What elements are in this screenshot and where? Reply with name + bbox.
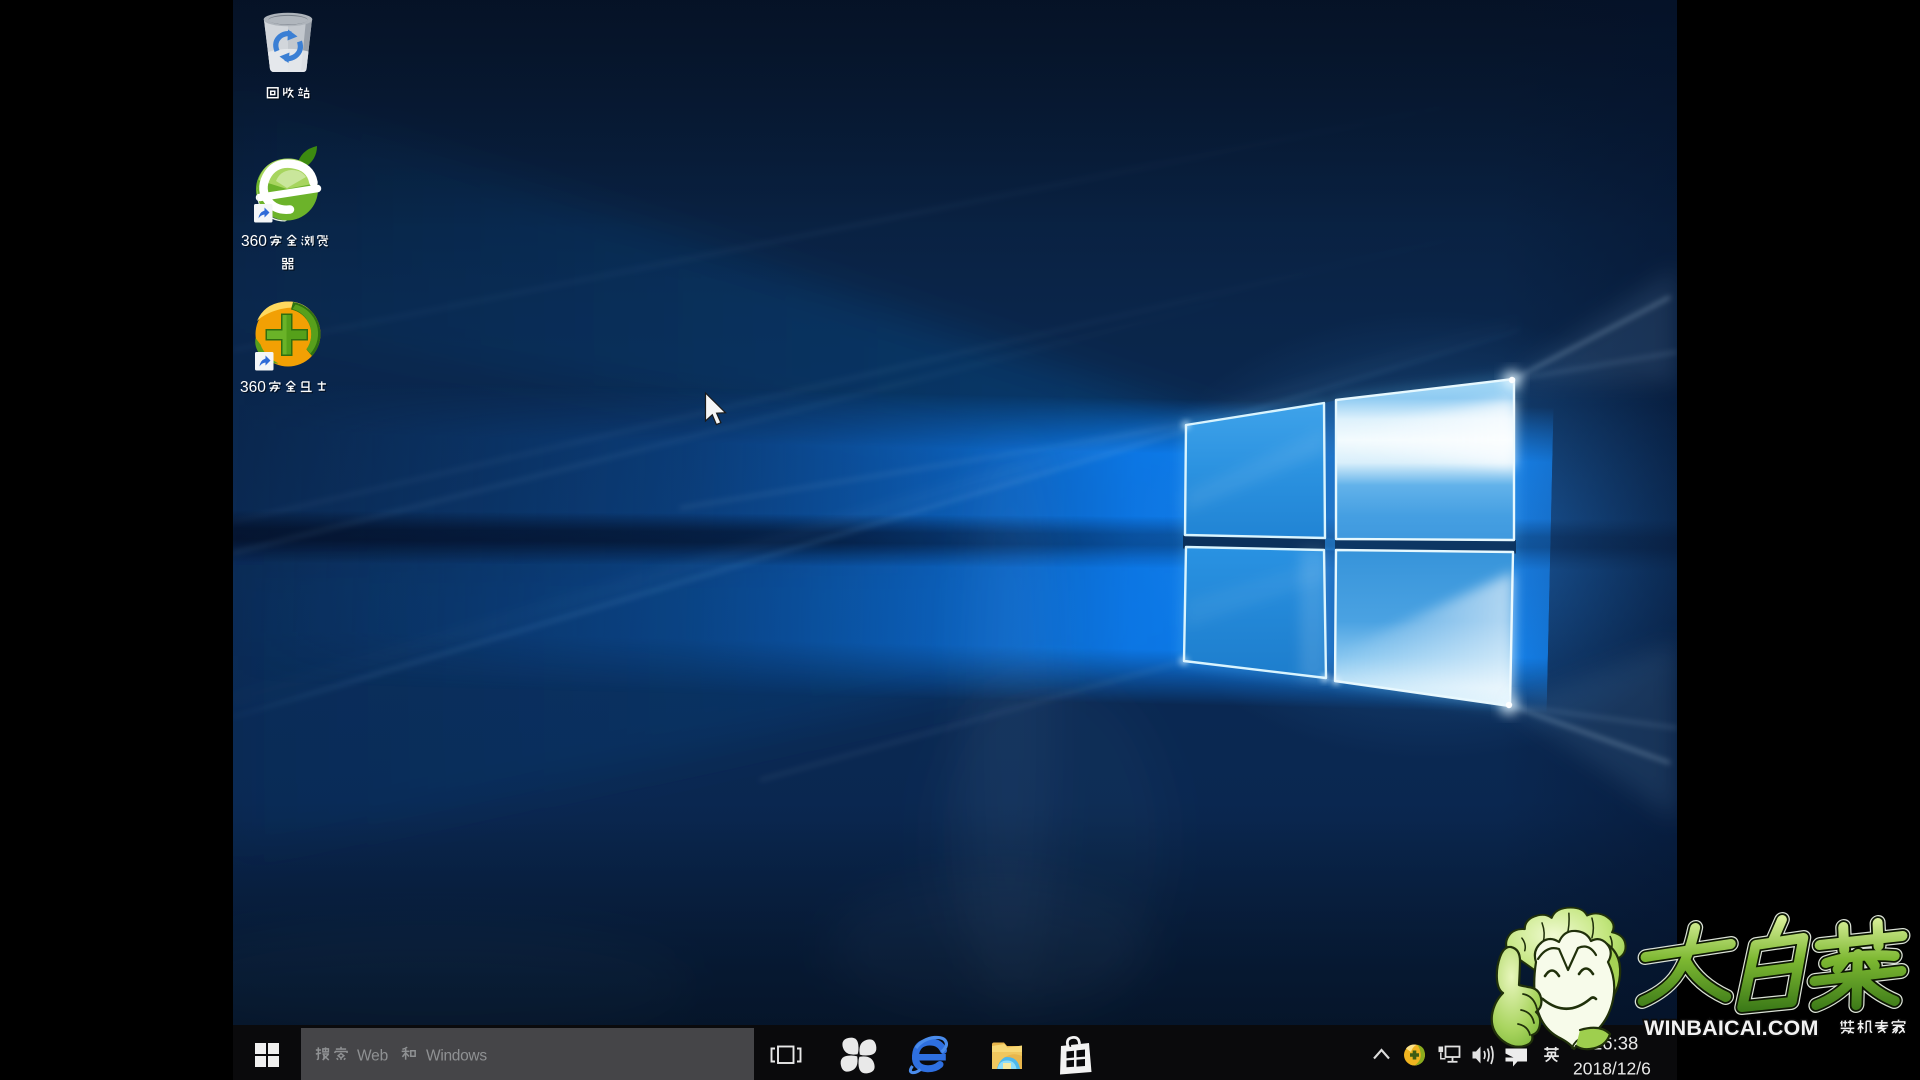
- svg-text:Web: Web: [357, 1048, 388, 1065]
- svg-text:360: 360: [241, 233, 267, 250]
- svg-text:Windows: Windows: [426, 1048, 487, 1065]
- svg-text:WINBAICAI.COM: WINBAICAI.COM: [1644, 1016, 1819, 1040]
- svg-text:2018/12/6: 2018/12/6: [1573, 1059, 1651, 1079]
- svg-text:360: 360: [240, 379, 266, 396]
